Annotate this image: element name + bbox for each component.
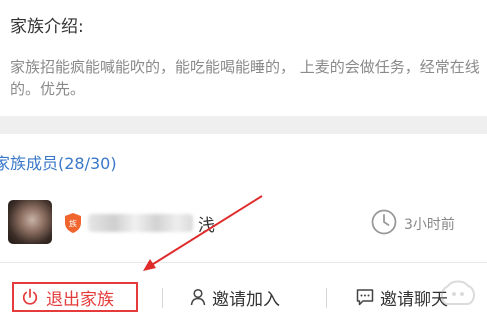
power-icon: [22, 288, 38, 305]
member-row[interactable]: 族 浅 3小时前: [0, 192, 487, 254]
avatar[interactable]: [8, 200, 52, 244]
last-seen-time: 3小时前: [404, 217, 455, 233]
action-separator: [326, 288, 327, 308]
blurred-member-name: [88, 214, 193, 232]
section-divider: [0, 116, 487, 134]
bottom-action-bar: 退出家族 邀请加入 邀请聊天: [0, 272, 487, 324]
family-page: 家族介绍: 家族招能疯能喊能吹的，能吃能喝能睡的， 上麦的会做任务，经常在线的。…: [0, 0, 487, 327]
person-icon: [190, 288, 206, 306]
row-divider: [0, 262, 487, 263]
invite-join-label: 邀请加入: [212, 289, 280, 310]
action-separator: [162, 288, 163, 308]
watermark-logo: [440, 280, 475, 305]
intro-title: 家族介绍:: [10, 17, 84, 37]
intro-text: 家族招能疯能喊能吹的，能吃能喝能睡的， 上麦的会做任务，经常在线的。优先。: [10, 58, 480, 98]
chat-bubble-icon: [356, 289, 374, 306]
invite-join-button[interactable]: 邀请加入: [190, 282, 280, 312]
members-title[interactable]: 家族成员(28/30): [0, 150, 117, 174]
member-name: 浅: [198, 216, 215, 236]
badge-label: 族: [69, 219, 77, 229]
quit-family-button[interactable]: 退出家族: [12, 282, 138, 312]
quit-family-label: 退出家族: [46, 289, 114, 310]
shield-badge-icon: 族: [65, 213, 81, 233]
clock-icon: [371, 209, 397, 235]
